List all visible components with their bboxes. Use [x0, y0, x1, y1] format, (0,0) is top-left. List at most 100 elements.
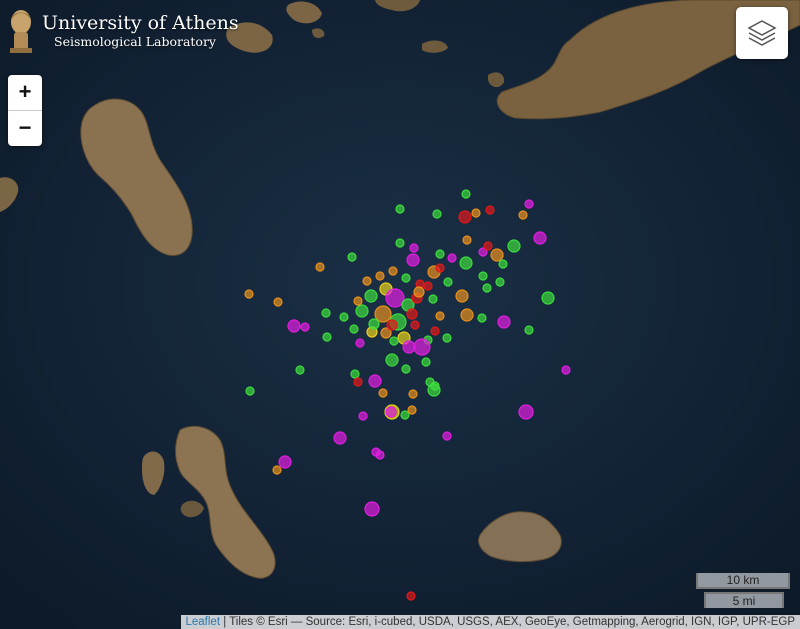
earthquake-marker[interactable] [333, 431, 347, 445]
earthquake-marker[interactable] [389, 336, 399, 346]
earthquake-marker[interactable] [518, 404, 534, 420]
leaflet-link[interactable]: Leaflet [186, 616, 221, 628]
earthquake-marker[interactable] [406, 253, 420, 267]
earthquake-marker[interactable] [410, 320, 420, 330]
earthquake-marker[interactable] [401, 273, 411, 283]
earthquake-marker[interactable] [462, 235, 472, 245]
earthquake-marker[interactable] [498, 259, 508, 269]
earthquake-marker[interactable] [478, 271, 488, 281]
earthquake-marker[interactable] [442, 431, 452, 441]
earthquake-marker[interactable] [443, 277, 453, 287]
earthquake-marker[interactable] [295, 365, 305, 375]
earthquake-marker[interactable] [355, 338, 365, 348]
earthquake-marker[interactable] [460, 308, 474, 322]
earthquake-marker[interactable] [300, 322, 310, 332]
zoom-out-button[interactable]: − [8, 110, 42, 146]
earthquake-marker[interactable] [385, 288, 405, 308]
earthquake-marker[interactable] [471, 208, 481, 218]
earthquake-marker[interactable] [430, 326, 440, 336]
earthquake-marker[interactable] [347, 252, 357, 262]
earthquake-marker[interactable] [353, 377, 363, 387]
earthquake-marker[interactable] [518, 210, 528, 220]
earthquake-marker[interactable] [287, 319, 301, 333]
earthquake-marker[interactable] [350, 369, 360, 379]
earthquake-marker[interactable] [421, 357, 431, 367]
earthquake-marker[interactable] [321, 308, 331, 318]
earthquake-marker[interactable] [490, 248, 504, 262]
earthquake-marker[interactable] [406, 591, 416, 601]
earthquake-marker[interactable] [349, 324, 359, 334]
earthquake-marker[interactable] [273, 297, 283, 307]
earthquake-marker[interactable] [244, 289, 254, 299]
earthquake-marker[interactable] [364, 289, 378, 303]
zoom-in-button[interactable]: + [8, 75, 42, 110]
earthquake-marker[interactable] [386, 319, 398, 331]
earthquake-marker[interactable] [435, 311, 445, 321]
earthquake-marker[interactable] [561, 365, 571, 375]
earthquake-marker[interactable] [368, 374, 382, 388]
earthquake-marker[interactable] [442, 333, 452, 343]
earthquake-marker[interactable] [378, 388, 388, 398]
layers-icon [747, 20, 777, 46]
earthquake-marker[interactable] [278, 455, 292, 469]
earthquake-marker[interactable] [375, 271, 385, 281]
logo-title: University of Athens [42, 12, 239, 34]
earthquake-marker[interactable] [461, 189, 471, 199]
earthquake-marker[interactable] [435, 263, 445, 273]
scale-bar-mi: 5 mi [704, 592, 784, 608]
earthquake-marker[interactable] [385, 406, 397, 418]
earthquake-marker[interactable] [358, 411, 368, 421]
earthquake-marker[interactable] [364, 501, 380, 517]
earthquake-marker[interactable] [482, 283, 492, 293]
earthquake-marker[interactable] [355, 304, 369, 318]
zoom-control: + − [8, 75, 42, 146]
earthquake-marker[interactable] [423, 281, 433, 291]
earthquake-marker[interactable] [413, 338, 431, 356]
earthquake-marker[interactable] [428, 294, 438, 304]
earthquake-marker[interactable] [497, 315, 511, 329]
earthquake-marker[interactable] [272, 465, 282, 475]
earthquake-marker[interactable] [485, 205, 495, 215]
earthquake-marker[interactable] [402, 340, 416, 354]
earthquake-marker[interactable] [395, 238, 405, 248]
earthquake-marker[interactable] [447, 253, 457, 263]
athena-logo-icon [10, 10, 32, 53]
earthquake-marker[interactable] [368, 318, 380, 330]
earthquake-marker[interactable] [409, 243, 419, 253]
earthquake-marker[interactable] [495, 277, 505, 287]
logo-subtitle: Seismological Laboratory [54, 34, 216, 49]
earthquake-marker[interactable] [459, 256, 473, 270]
layers-button[interactable] [736, 7, 788, 59]
earthquake-marker[interactable] [413, 286, 425, 298]
earthquake-marker[interactable] [362, 276, 372, 286]
earthquake-marker[interactable] [477, 313, 487, 323]
earthquake-marker[interactable] [245, 386, 255, 396]
earthquake-marker[interactable] [400, 410, 410, 420]
earthquake-marker[interactable] [541, 291, 555, 305]
earthquake-marker[interactable] [408, 389, 418, 399]
earthquake-marker[interactable] [507, 239, 521, 253]
earthquake-marker[interactable] [339, 312, 349, 322]
earthquake-marker[interactable] [322, 332, 332, 342]
earthquake-marker[interactable] [401, 364, 411, 374]
earthquake-marker[interactable] [315, 262, 325, 272]
earthquake-marker[interactable] [458, 210, 472, 224]
earthquake-marker[interactable] [388, 266, 398, 276]
earthquake-marker[interactable] [524, 199, 534, 209]
earthquake-marker[interactable] [395, 204, 405, 214]
earthquake-marker[interactable] [406, 308, 418, 320]
attribution: Leaflet | Tiles © Esri — Source: Esri, i… [180, 615, 800, 629]
earthquake-marker[interactable] [385, 353, 399, 367]
earthquake-marker[interactable] [427, 383, 441, 397]
earthquake-marker[interactable] [455, 289, 469, 303]
earthquake-marker[interactable] [407, 405, 417, 415]
earthquake-marker[interactable] [432, 209, 442, 219]
satellite-map[interactable] [0, 0, 800, 629]
earthquake-marker[interactable] [375, 450, 385, 460]
earthquake-marker[interactable] [524, 325, 534, 335]
earthquake-marker[interactable] [483, 241, 493, 251]
earthquake-marker[interactable] [533, 231, 547, 245]
earthquake-marker[interactable] [435, 249, 445, 259]
logo: University of Athens Seismological Labor… [6, 8, 239, 54]
earthquake-marker[interactable] [353, 296, 363, 306]
